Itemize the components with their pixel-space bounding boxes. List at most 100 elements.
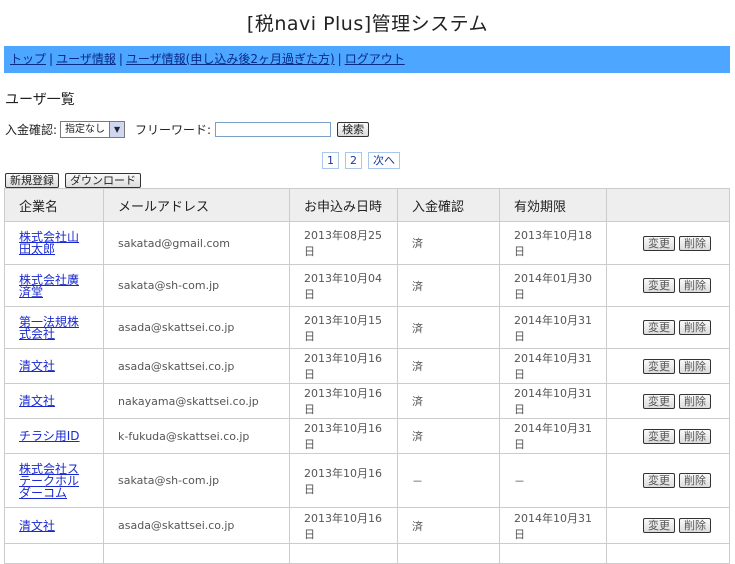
nav-link-user-info-expired[interactable]: ユーザ情報(申し込み後2ヶ月過ぎた方) [126,52,335,66]
edit-button[interactable]: 変更 [643,320,675,335]
empty-cell [289,543,398,564]
operations-cell: 変更 削除 [606,383,730,419]
company-link[interactable]: 株式会社山田太郎 [19,231,89,255]
company-cell: 株式会社廣済堂 [4,264,104,307]
freeword-label: フリーワード: [135,123,212,137]
delete-button[interactable]: 削除 [679,518,711,533]
user-table: 企業名 メールアドレス お申込み日時 入金確認 有効期限 株式会社山田太郎 sa… [4,188,730,564]
table-header-row: 企業名 メールアドレス お申込み日時 入金確認 有効期限 [4,188,730,222]
payment-status-cell: 済 [397,221,500,265]
payment-status-cell: 済 [397,507,500,544]
email-cell: sakatad@gmail.com [103,221,290,265]
company-link[interactable]: 第一法規株式会社 [19,316,89,340]
applied-date-cell: 2013年10月04日 [289,264,398,307]
delete-button[interactable]: 削除 [679,473,711,488]
expiry-date-cell: 2014年10月31日 [499,418,607,454]
company-link[interactable]: チラシ用ID [19,430,89,442]
edit-button[interactable]: 変更 [643,518,675,533]
nav-bar: トップ | ユーザ情報 | ユーザ情報(申し込み後2ヶ月過ぎた方) | ログアウト [4,46,730,73]
applied-date-cell: 2013年10月16日 [289,383,398,419]
operations-cell: 変更 削除 [606,221,730,265]
company-cell: 株式会社山田太郎 [4,221,104,265]
delete-button[interactable]: 削除 [679,393,711,409]
payment-status-cell: 済 [397,264,500,307]
column-header-operations [606,188,730,222]
applied-date-cell: 2013年10月16日 [289,348,398,384]
operations-cell: 変更 削除 [606,418,730,454]
payment-filter-value: 指定なし [65,124,106,135]
operations-cell: 変更 削除 [606,348,730,384]
delete-button[interactable]: 削除 [679,235,711,251]
table-row: 株式会社山田太郎 sakatad@gmail.com 2013年08月25日 済… [4,221,730,265]
email-cell: asada@skattsei.co.jp [103,306,290,349]
expiry-date-cell: 2014年10月31日 [499,507,607,544]
column-header-payment: 入金確認 [397,188,500,222]
company-cell: 清文社 [4,507,104,544]
expiry-date-cell: 2014年10月31日 [499,383,607,419]
next-page-link[interactable]: 次へ [368,152,400,169]
column-header-email: メールアドレス [103,188,290,222]
nav-link-user-info[interactable]: ユーザ情報 [56,52,116,66]
column-header-applied: お申込み日時 [289,188,398,222]
table-row: 株式会社ステークホルダーコム sakata@sh-com.jp 2013年10月… [4,453,730,508]
empty-cell [103,543,290,564]
table-row: 清文社 asada@skattsei.co.jp 2013年10月16日 済 2… [4,348,730,384]
company-cell: 第一法規株式会社 [4,306,104,349]
delete-button[interactable]: 削除 [679,320,711,335]
freeword-input[interactable] [215,122,332,137]
nav-link-logout[interactable]: ログアウト [345,52,405,66]
edit-button[interactable]: 変更 [643,393,675,409]
payment-filter-label: 入金確認: [5,123,58,137]
nav-separator: | [49,52,54,66]
table-row: 清文社 nakayama@skattsei.co.jp 2013年10月16日 … [4,383,730,419]
action-bar: 新規登録 ダウンロード [5,173,141,188]
edit-button[interactable]: 変更 [643,235,675,251]
company-link[interactable]: 清文社 [19,520,89,532]
applied-date-cell: 2013年10月16日 [289,507,398,544]
table-row: チラシ用ID k-fukuda@skattsei.co.jp 2013年10月1… [4,418,730,454]
company-link[interactable]: 清文社 [19,360,89,372]
company-link[interactable]: 清文社 [19,395,89,407]
company-cell: 清文社 [4,348,104,384]
page-title: [税navi Plus]管理システム [246,13,489,35]
table-row-partial [4,543,730,564]
company-link[interactable]: 株式会社廣済堂 [19,274,89,298]
table-row: 株式会社廣済堂 sakata@sh-com.jp 2013年10月04日 済 2… [4,264,730,307]
delete-button[interactable]: 削除 [679,428,711,444]
payment-filter-select[interactable]: 指定なし ▼ [60,121,126,138]
download-button[interactable]: ダウンロード [65,173,141,188]
nav-link-top[interactable]: トップ [10,52,46,66]
expiry-date-cell: － [499,453,607,508]
email-cell: sakata@sh-com.jp [103,453,290,508]
section-title: ユーザ一覧 [5,92,75,108]
payment-status-cell: 済 [397,383,500,419]
delete-button[interactable]: 削除 [679,278,711,293]
nav-separator: | [337,52,342,66]
edit-button[interactable]: 変更 [643,278,675,293]
email-cell: k-fukuda@skattsei.co.jp [103,418,290,454]
edit-button[interactable]: 変更 [643,358,675,374]
payment-status-cell: 済 [397,306,500,349]
table-row: 清文社 asada@skattsei.co.jp 2013年10月16日 済 2… [4,507,730,544]
company-cell: 株式会社ステークホルダーコム [4,453,104,508]
chevron-down-icon[interactable]: ▼ [109,122,125,137]
applied-date-cell: 2013年10月16日 [289,418,398,454]
empty-cell [606,543,730,564]
pagination: 1 2 次へ [322,152,400,169]
new-registration-button[interactable]: 新規登録 [5,173,59,188]
email-cell: nakayama@skattsei.co.jp [103,383,290,419]
page-link-2[interactable]: 2 [345,152,362,169]
payment-status-cell: 済 [397,418,500,454]
expiry-date-cell: 2014年01月30日 [499,264,607,307]
applied-date-cell: 2013年10月15日 [289,306,398,349]
delete-button[interactable]: 削除 [679,358,711,374]
search-button[interactable]: 検索 [337,122,370,137]
payment-status-cell: － [397,453,500,508]
edit-button[interactable]: 変更 [643,473,675,488]
page-link-1[interactable]: 1 [322,152,339,169]
edit-button[interactable]: 変更 [643,428,675,444]
expiry-date-cell: 2014年10月31日 [499,306,607,349]
company-link[interactable]: 株式会社ステークホルダーコム [19,463,89,499]
nav-separator: | [118,52,123,66]
email-cell: sakata@sh-com.jp [103,264,290,307]
